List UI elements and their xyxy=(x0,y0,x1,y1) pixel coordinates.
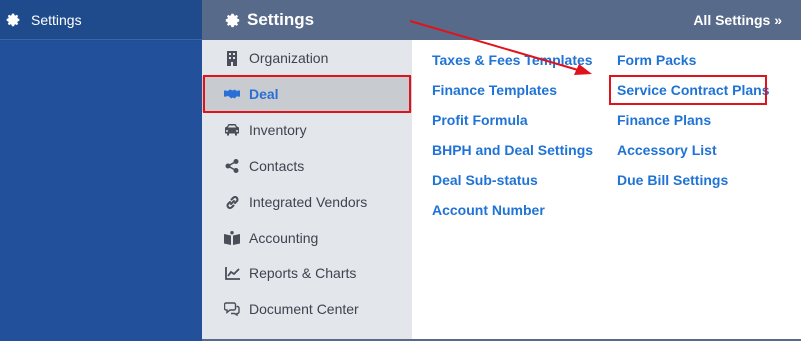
nav-item-inventory[interactable]: Inventory xyxy=(202,112,412,148)
link-due-bill-settings[interactable]: Due Bill Settings xyxy=(617,172,728,188)
link-icon xyxy=(224,194,240,210)
nav-item-integrated-vendors[interactable]: Integrated Vendors xyxy=(202,184,412,220)
link-finance-templates[interactable]: Finance Templates xyxy=(432,82,557,98)
sidebar-item-settings[interactable]: Settings xyxy=(0,0,202,40)
gear-icon xyxy=(5,12,21,28)
nav-item-organization[interactable]: Organization xyxy=(202,40,412,76)
nav-item-accounting[interactable]: Accounting xyxy=(202,220,412,256)
link-taxes-fees-templates[interactable]: Taxes & Fees Templates xyxy=(432,52,593,68)
share-icon xyxy=(224,158,240,174)
all-settings-link[interactable]: All Settings » xyxy=(693,12,782,28)
book-icon xyxy=(224,230,240,246)
link-form-packs[interactable]: Form Packs xyxy=(617,52,696,68)
building-icon xyxy=(224,50,240,66)
nav-item-reports-charts[interactable]: Reports & Charts xyxy=(202,255,412,291)
nav-item-label: Contacts xyxy=(249,158,305,174)
nav-item-label: Organization xyxy=(249,50,329,66)
nav-item-label: Integrated Vendors xyxy=(249,194,368,210)
gear-icon xyxy=(224,12,241,29)
link-profit-formula[interactable]: Profit Formula xyxy=(432,112,528,128)
app-sidebar-background xyxy=(0,41,202,341)
annotation-highlight-deal xyxy=(203,75,411,113)
page-title: Settings xyxy=(224,10,314,30)
nav-item-document-center[interactable]: Document Center xyxy=(202,291,412,327)
link-deal-sub-status[interactable]: Deal Sub-status xyxy=(432,172,538,188)
header-title-text: Settings xyxy=(247,10,315,29)
app-sidebar: Settings xyxy=(0,0,202,341)
nav-item-label: Document Center xyxy=(249,301,359,317)
link-finance-plans[interactable]: Finance Plans xyxy=(617,112,711,128)
sidebar-item-label: Settings xyxy=(31,11,82,28)
line-chart-icon xyxy=(224,265,240,281)
nav-item-label: Accounting xyxy=(249,230,319,246)
nav-item-label: Reports & Charts xyxy=(249,265,357,281)
nav-item-contacts[interactable]: Contacts xyxy=(202,148,412,184)
link-accessory-list[interactable]: Accessory List xyxy=(617,142,717,158)
comments-icon xyxy=(224,301,240,317)
link-account-number[interactable]: Account Number xyxy=(432,202,545,218)
settings-header: Settings All Settings » xyxy=(202,0,801,40)
nav-item-label: Inventory xyxy=(249,122,307,138)
link-bhph-deal-settings[interactable]: BHPH and Deal Settings xyxy=(432,142,593,158)
car-icon xyxy=(224,122,240,138)
annotation-highlight-service-contract-plans xyxy=(609,75,767,105)
